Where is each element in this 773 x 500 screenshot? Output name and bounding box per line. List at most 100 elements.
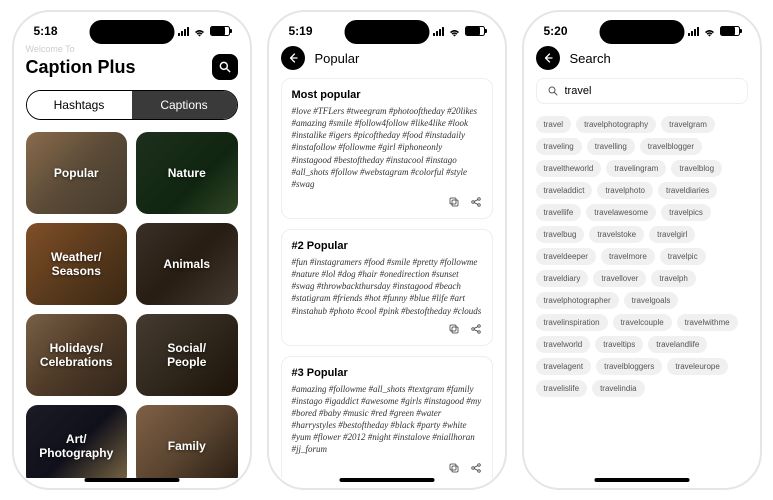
share-icon[interactable] xyxy=(470,462,482,474)
search-result-chip[interactable]: travelandlife xyxy=(648,336,707,353)
search-result-chip[interactable]: traveldiary xyxy=(536,270,589,287)
status-time: 5:20 xyxy=(544,24,568,38)
back-button[interactable] xyxy=(281,46,305,70)
status-time: 5:18 xyxy=(34,24,58,38)
card-tags: #amazing #followme #all_shots #textgram … xyxy=(292,383,482,456)
card-tags: #fun #instagramers #food #smile #pretty … xyxy=(292,256,482,317)
search-result-chip[interactable]: traveltheworld xyxy=(536,160,602,177)
battery-icon xyxy=(720,26,740,36)
category-label: Social/ People xyxy=(167,341,206,369)
arrow-left-icon xyxy=(287,52,299,64)
search-result-chip[interactable]: travelgoals xyxy=(624,292,679,309)
search-result-chip[interactable]: travelingram xyxy=(606,160,666,177)
wifi-icon xyxy=(193,27,206,36)
search-result-chip[interactable]: traveladdict xyxy=(536,182,593,199)
search-result-chip[interactable]: travelbloggers xyxy=(596,358,662,375)
search-result-chip[interactable]: traveleurope xyxy=(667,358,727,375)
welcome-text: Welcome To xyxy=(26,44,238,54)
home-indicator[interactable] xyxy=(594,478,689,482)
search-result-chip[interactable]: travellover xyxy=(593,270,646,287)
phone-screen-search: 5:20 Search traveltravelphotographytrave… xyxy=(522,10,762,490)
search-result-chip[interactable]: travelislife xyxy=(536,380,588,397)
status-indicators xyxy=(433,26,485,36)
search-result-chip[interactable]: travelmore xyxy=(601,248,655,265)
search-result-chip[interactable]: travellife xyxy=(536,204,582,221)
search-box[interactable] xyxy=(536,78,748,104)
search-results-chips: traveltravelphotography travelgram traveli… xyxy=(536,116,748,397)
tab-captions[interactable]: Captions xyxy=(132,91,237,119)
category-family[interactable]: Family xyxy=(136,405,238,478)
home-indicator[interactable] xyxy=(339,478,434,482)
category-nature[interactable]: Nature xyxy=(136,132,238,214)
search-result-chip[interactable]: traveldeeper xyxy=(536,248,596,265)
search-button[interactable] xyxy=(212,54,238,80)
notch xyxy=(599,20,684,44)
search-result-chip[interactable]: travelpic xyxy=(660,248,706,265)
search-result-chip[interactable]: travelworld xyxy=(536,336,591,353)
copy-icon[interactable] xyxy=(448,196,460,208)
search-result-chip[interactable]: traveltips xyxy=(595,336,643,353)
search-result-chip[interactable]: travelagent xyxy=(536,358,592,375)
status-indicators xyxy=(178,26,230,36)
category-holidays[interactable]: Holidays/ Celebrations xyxy=(26,314,128,396)
share-icon[interactable] xyxy=(470,196,482,208)
search-result-chip[interactable]: travelgirl xyxy=(649,226,695,243)
card-actions xyxy=(292,323,482,335)
search-result-chip[interactable]: travelawesome xyxy=(586,204,656,221)
wifi-icon xyxy=(448,27,461,36)
search-result-chip[interactable]: travelph xyxy=(651,270,695,287)
search-result-chip[interactable]: travelblog xyxy=(671,160,722,177)
search-result-chip[interactable]: travelphoto xyxy=(597,182,653,199)
category-label: Nature xyxy=(168,166,206,180)
wifi-icon xyxy=(703,27,716,36)
search-result-chip[interactable]: travelindia xyxy=(592,380,644,397)
search-result-chip[interactable]: travelblogger xyxy=(640,138,702,155)
search-result-chip[interactable]: traveling xyxy=(536,138,582,155)
signal-icon xyxy=(688,27,699,36)
search-result-chip[interactable]: travelgram xyxy=(661,116,715,133)
category-label: Holidays/ Celebrations xyxy=(40,341,113,369)
phone-screen-home: 5:18 Welcome To Caption Plus Hashtags Ca… xyxy=(12,10,252,490)
app-title: Caption Plus xyxy=(26,57,136,78)
home-indicator[interactable] xyxy=(84,478,179,482)
hashtag-card: #3 Popular #amazing #followme #all_shots … xyxy=(281,356,493,478)
notch xyxy=(89,20,174,44)
category-label: Animals xyxy=(163,257,210,271)
category-label: Popular xyxy=(54,166,99,180)
category-social[interactable]: Social/ People xyxy=(136,314,238,396)
tab-hashtags[interactable]: Hashtags xyxy=(27,91,132,119)
search-result-chip[interactable]: travelphotography xyxy=(576,116,656,133)
copy-icon[interactable] xyxy=(448,462,460,474)
card-title: Most popular xyxy=(292,89,482,101)
category-popular[interactable]: Popular xyxy=(26,132,128,214)
search-result-chip[interactable]: travelstoke xyxy=(589,226,644,243)
back-button[interactable] xyxy=(536,46,560,70)
battery-icon xyxy=(465,26,485,36)
search-result-chip[interactable]: travel xyxy=(536,116,572,133)
battery-icon xyxy=(210,26,230,36)
signal-icon xyxy=(433,27,444,36)
card-title: #3 Popular xyxy=(292,367,482,379)
copy-icon[interactable] xyxy=(448,323,460,335)
search-result-chip[interactable]: travelcouple xyxy=(613,314,672,331)
hashtag-card: #2 Popular#fun #instagramers #food #smil… xyxy=(281,229,493,346)
search-input[interactable] xyxy=(565,85,737,97)
segment-control: Hashtags Captions xyxy=(26,90,238,120)
card-tags: #love #TFLers #tweegram #photooftheday #… xyxy=(292,105,482,190)
hashtag-cards-list: Most popular #love #TFLers #tweegram #pho… xyxy=(281,78,493,478)
search-result-chip[interactable]: travelwithme xyxy=(677,314,738,331)
category-animals[interactable]: Animals xyxy=(136,223,238,305)
search-result-chip[interactable]: travelling xyxy=(587,138,635,155)
search-result-chip[interactable]: travelphotographer xyxy=(536,292,619,309)
card-actions xyxy=(292,196,482,208)
share-icon[interactable] xyxy=(470,323,482,335)
search-icon xyxy=(547,85,559,97)
page-title: Popular xyxy=(315,51,360,66)
category-weather[interactable]: Weather/ Seasons xyxy=(26,223,128,305)
signal-icon xyxy=(178,27,189,36)
category-art[interactable]: Art/ Photography xyxy=(26,405,128,478)
search-result-chip[interactable]: travelinspiration xyxy=(536,314,608,331)
search-result-chip[interactable]: traveldiaries xyxy=(658,182,717,199)
search-result-chip[interactable]: travelbug xyxy=(536,226,585,243)
search-result-chip[interactable]: travelpics xyxy=(661,204,711,221)
